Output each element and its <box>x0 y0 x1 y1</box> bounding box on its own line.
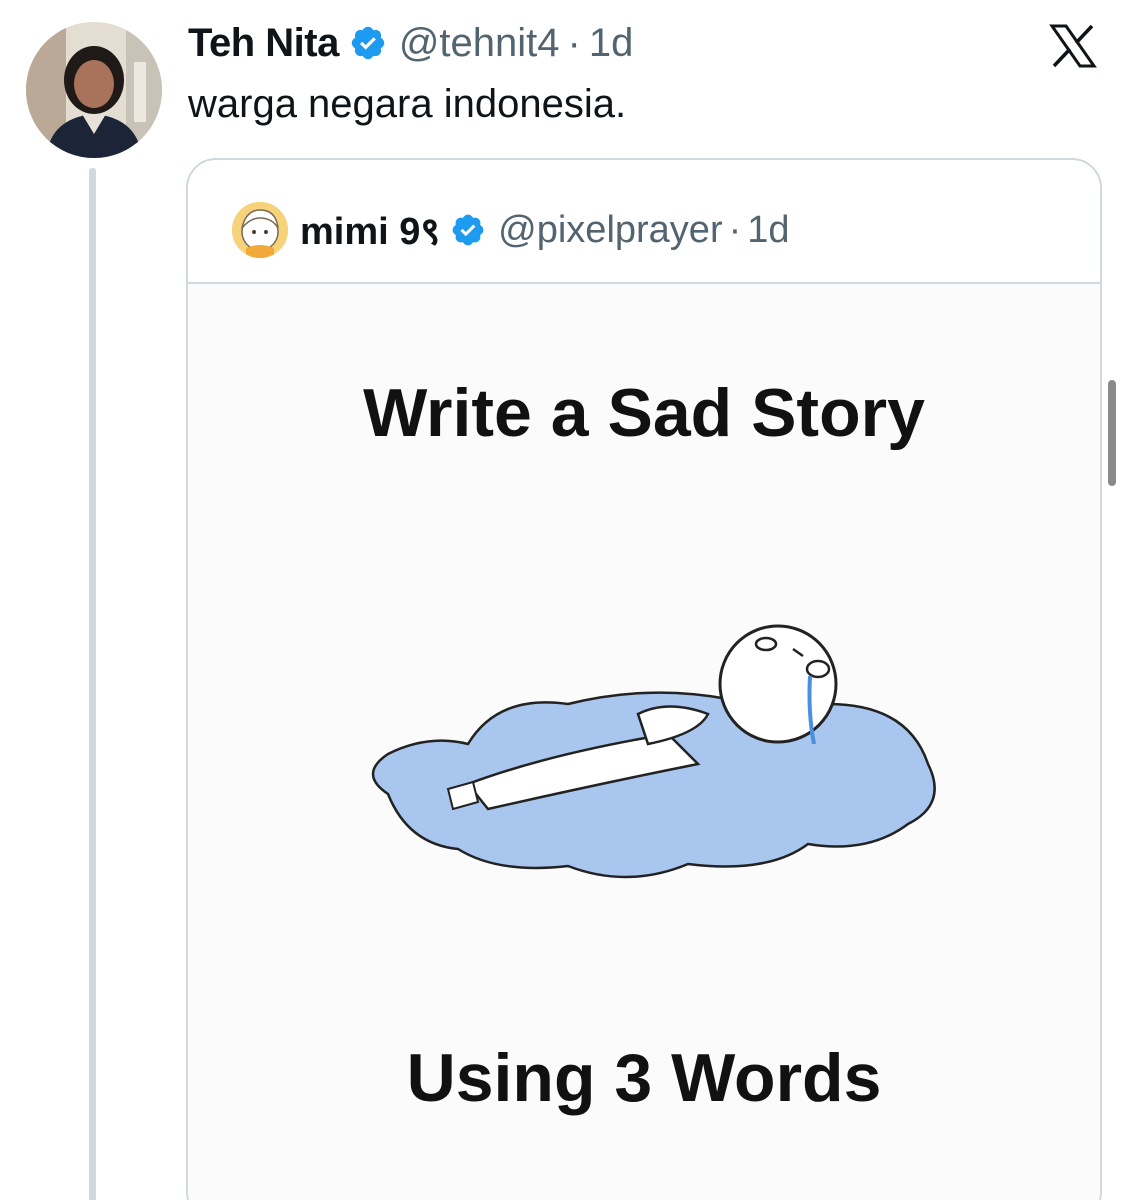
quote-author-avatar[interactable] <box>232 202 288 258</box>
quote-time[interactable]: 1d <box>747 209 789 252</box>
meta-separator: · <box>728 208 742 251</box>
quote-header: mimi 9९ @pixelprayer · 1d <box>232 202 790 258</box>
quote-author-handle[interactable]: @pixelprayer <box>498 209 722 252</box>
verified-badge-icon <box>450 212 486 248</box>
thread-line <box>89 168 96 1200</box>
tweet-text: warga negara indonesia. <box>188 82 627 126</box>
author-name[interactable]: Teh Nita <box>188 21 339 66</box>
meta-separator: · <box>567 20 581 65</box>
quote-author-name[interactable]: mimi 9९ <box>300 204 440 256</box>
author-avatar[interactable] <box>26 22 162 158</box>
meme-title: Write a Sad Story <box>363 375 925 451</box>
tweet-view: Teh Nita @tehnit4 · 1d warga negara indo… <box>0 0 1126 1200</box>
verified-badge-icon <box>349 24 387 62</box>
tweet-time[interactable]: 1d <box>589 21 634 66</box>
tweet-header: Teh Nita @tehnit4 · 1d <box>188 18 633 68</box>
meme-caption: Using 3 Words <box>406 1040 882 1116</box>
author-handle[interactable]: @tehnit4 <box>399 21 560 66</box>
scrollbar-thumb[interactable] <box>1108 380 1116 486</box>
crying-figure-puddle-illustration <box>371 624 936 879</box>
quote-tweet-card[interactable]: mimi 9९ @pixelprayer · 1d Write a Sad St… <box>186 158 1102 1200</box>
quote-media-image[interactable]: Write a Sad Story Using 3 Words <box>188 284 1100 1200</box>
x-logo-icon[interactable] <box>1048 24 1098 68</box>
